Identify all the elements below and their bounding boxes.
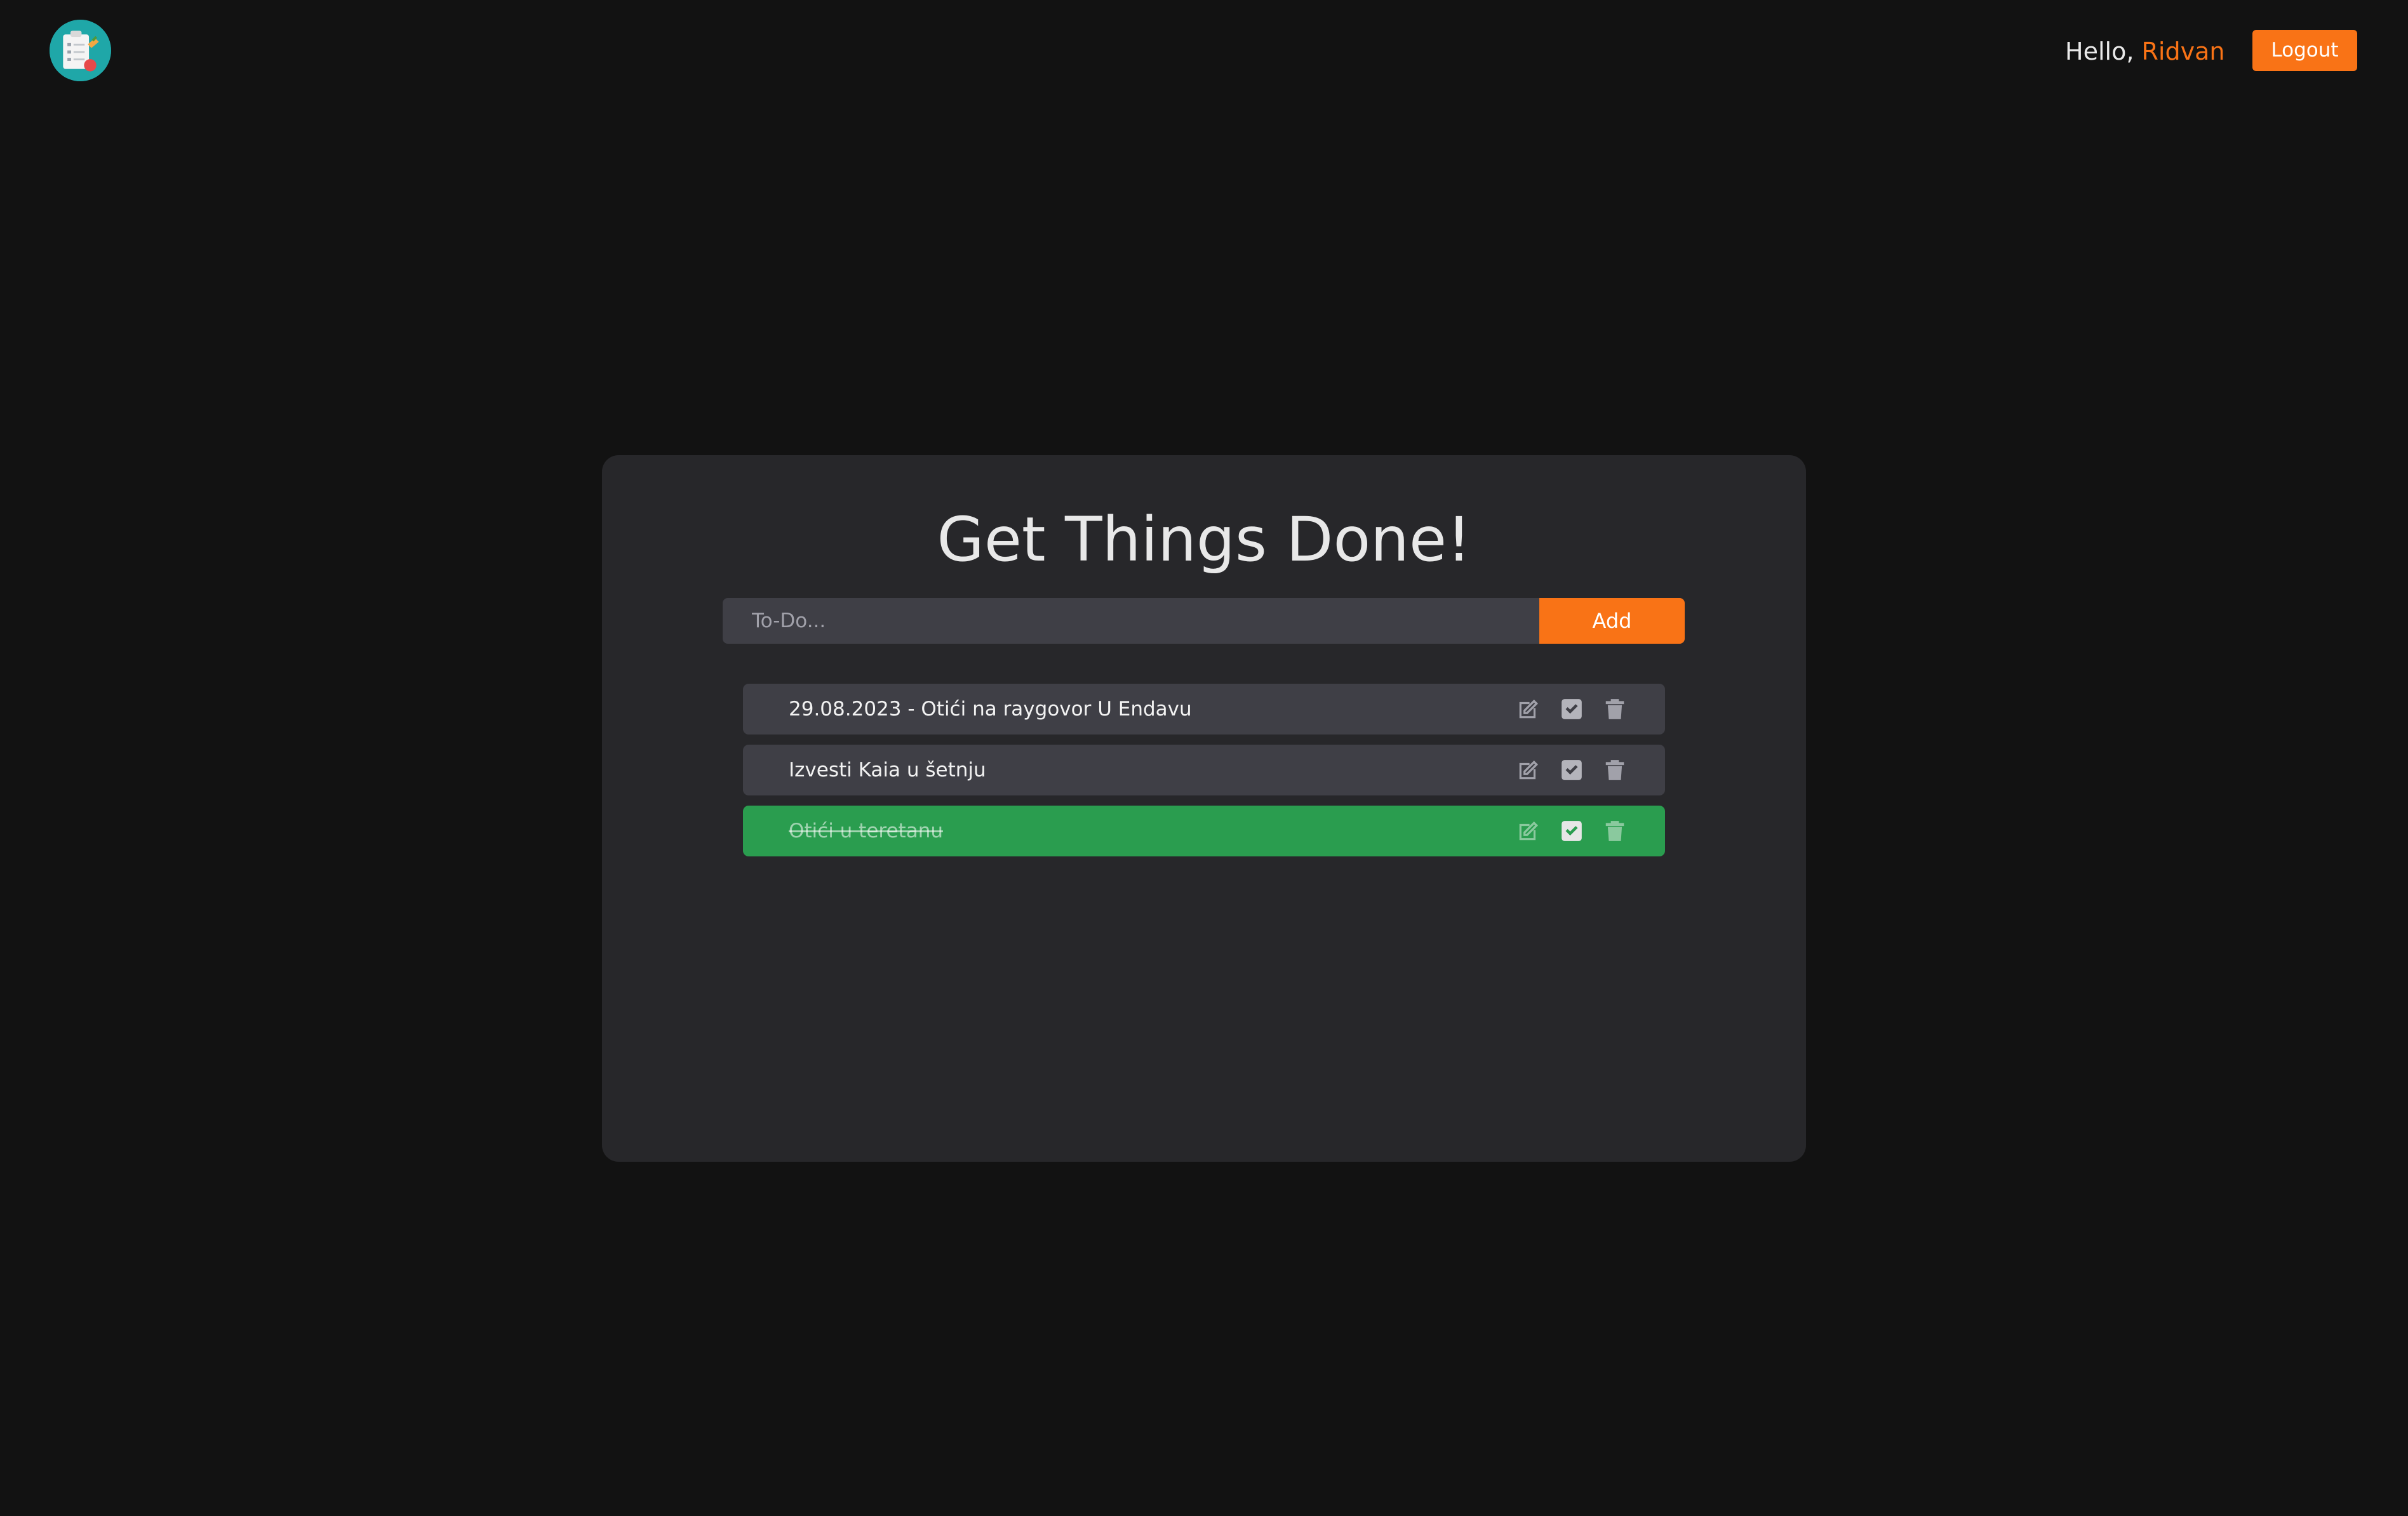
todo-item: Otići u teretanu (743, 806, 1665, 856)
trash-icon[interactable] (1603, 758, 1627, 782)
todo-actions (1516, 745, 1627, 795)
greeting-prefix: Hello, (2065, 37, 2134, 65)
todo-actions (1516, 684, 1627, 735)
todo-text[interactable]: Izvesti Kaia u šetnju (789, 745, 986, 795)
todo-text[interactable]: 29.08.2023 - Otići na raygovor U Endavu (789, 684, 1192, 735)
check-icon[interactable] (1560, 697, 1584, 721)
todo-form: Add (723, 598, 1685, 644)
trash-icon[interactable] (1603, 819, 1627, 843)
clipboard-checklist-icon[interactable] (50, 20, 111, 81)
edit-icon[interactable] (1516, 697, 1541, 721)
check-icon[interactable] (1560, 758, 1584, 782)
todo-item: 29.08.2023 - Otići na raygovor U Endavu (743, 684, 1665, 735)
add-button[interactable]: Add (1539, 598, 1685, 644)
todo-item: Izvesti Kaia u šetnju (743, 745, 1665, 795)
todo-list: 29.08.2023 - Otići na raygovor U Endavu (743, 684, 1665, 867)
todo-text[interactable]: Otići u teretanu (789, 806, 943, 856)
logout-button[interactable]: Logout (2252, 30, 2357, 71)
todo-actions (1516, 806, 1627, 856)
page-title: Get Things Done! (937, 504, 1471, 575)
todo-card: Get Things Done! Add 29.08.2023 - Otići … (602, 455, 1806, 1162)
todo-input[interactable] (723, 598, 1539, 644)
edit-icon[interactable] (1516, 819, 1541, 843)
username: Ridvan (2141, 37, 2225, 65)
edit-icon[interactable] (1516, 758, 1541, 782)
app-root: Hello, Ridvan Logout Get Things Done! Ad… (0, 0, 2408, 1516)
trash-icon[interactable] (1603, 697, 1627, 721)
greeting: Hello, Ridvan (2065, 33, 2224, 70)
check-icon[interactable] (1560, 819, 1584, 843)
